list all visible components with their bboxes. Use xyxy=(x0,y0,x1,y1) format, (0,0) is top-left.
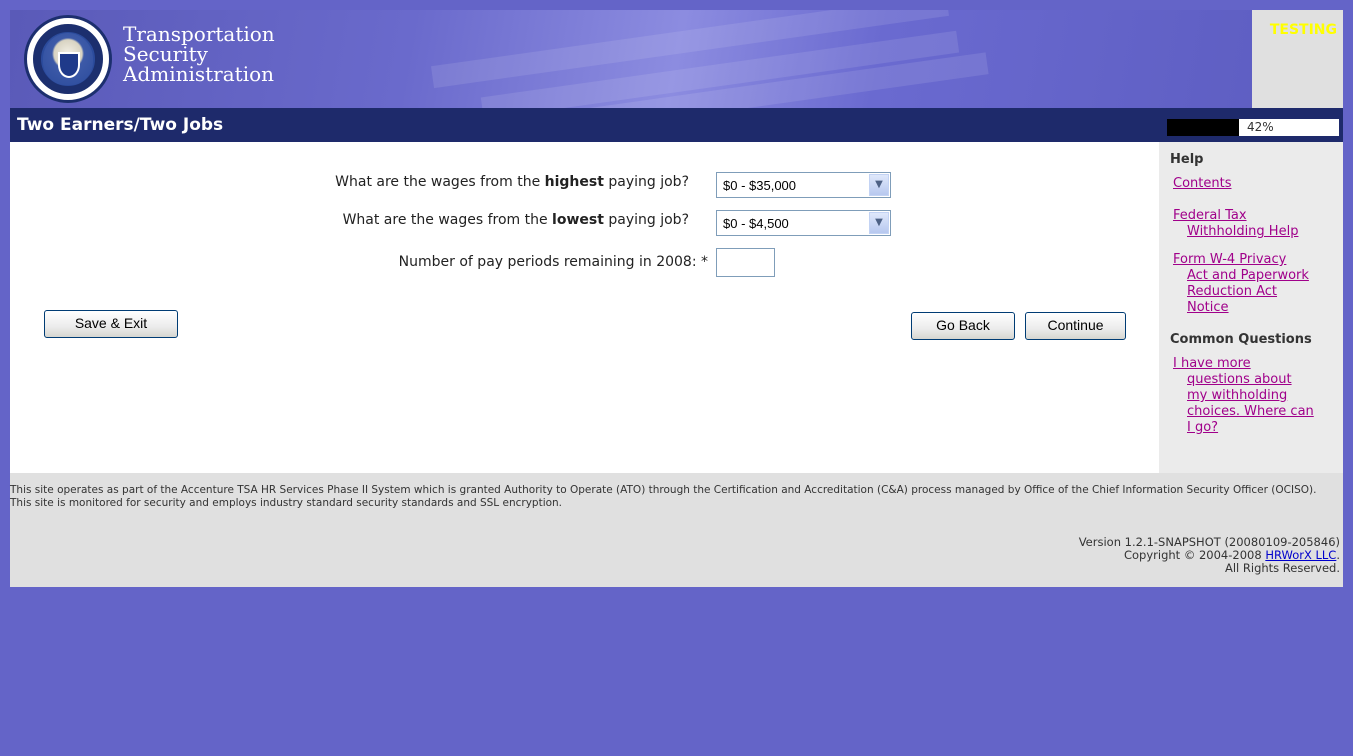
progress-fill xyxy=(1167,119,1240,136)
more-questions-link[interactable]: I have more questions about my withholdi… xyxy=(1173,356,1314,436)
security-notice: This site operates as part of the Accent… xyxy=(10,484,1317,509)
footer: This site operates as part of the Accent… xyxy=(10,473,1343,587)
help-heading: Help xyxy=(1170,152,1204,167)
highest-wage-question: What are the wages from the highest payi… xyxy=(335,174,689,190)
testing-panel: TESTING xyxy=(1252,10,1343,108)
privacy-notice-link[interactable]: Form W-4 Privacy Act and Paperwork Reduc… xyxy=(1173,252,1309,316)
common-questions-heading: Common Questions xyxy=(1170,332,1312,347)
progress-bar: 42% xyxy=(1166,118,1340,137)
go-back-button[interactable]: Go Back xyxy=(911,312,1015,340)
contents-link[interactable]: Contents xyxy=(1173,176,1231,192)
chevron-down-icon[interactable]: ▼ xyxy=(869,174,889,196)
agency-name: Transportation Security Administration xyxy=(123,22,275,86)
lowest-wage-question: What are the wages from the lowest payin… xyxy=(342,212,689,228)
testing-label: TESTING xyxy=(1269,22,1337,38)
header-banner: Transportation Security Administration xyxy=(10,10,1343,108)
highest-wage-select[interactable]: $0 - $35,000 ▼ xyxy=(716,172,891,198)
pay-periods-input[interactable] xyxy=(716,248,775,277)
lowest-wage-value: $0 - $4,500 xyxy=(723,216,789,231)
rights-text: All Rights Reserved. xyxy=(1224,561,1340,575)
progress-text: 42% xyxy=(1247,120,1274,134)
form-panel: What are the wages from the highest payi… xyxy=(10,142,1159,473)
lowest-wage-select[interactable]: $0 - $4,500 ▼ xyxy=(716,210,891,236)
pay-periods-label: Number of pay periods remaining in 2008:… xyxy=(398,254,708,270)
federal-tax-help-link[interactable]: Federal Tax Withholding Help xyxy=(1173,208,1298,240)
page-title: Two Earners/Two Jobs xyxy=(17,115,224,135)
help-sidebar: Help Contents Federal Tax Withholding He… xyxy=(1159,142,1343,473)
save-exit-button[interactable]: Save & Exit xyxy=(44,310,178,338)
continue-button[interactable]: Continue xyxy=(1025,312,1126,340)
chevron-down-icon[interactable]: ▼ xyxy=(869,212,889,234)
hrworx-link[interactable]: HRWorX LLC xyxy=(1265,548,1336,562)
title-bar: Two Earners/Two Jobs 42% xyxy=(10,108,1343,142)
version-info: Version 1.2.1-SNAPSHOT (20080109-205846)… xyxy=(1079,536,1340,575)
highest-wage-value: $0 - $35,000 xyxy=(723,178,797,193)
dhs-seal-logo xyxy=(24,15,112,103)
